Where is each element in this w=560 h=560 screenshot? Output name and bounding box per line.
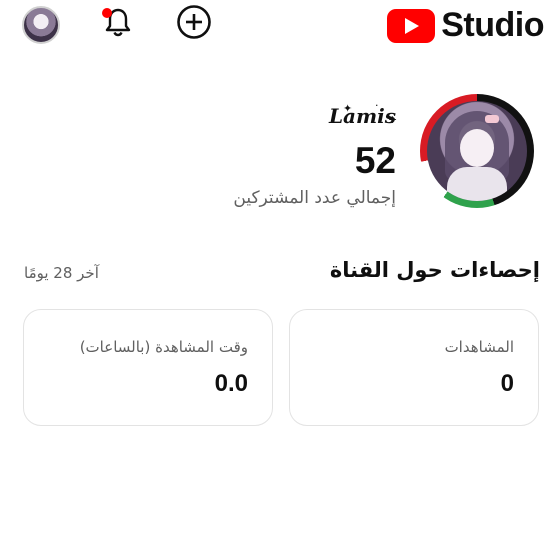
top-app-bar: Studio (0, 0, 560, 52)
channel-name: Lamis (328, 104, 396, 128)
youtube-play-icon (387, 8, 436, 43)
views-value: 0 (500, 370, 514, 397)
youtube-studio-logo: Studio (387, 6, 544, 45)
channel-avatar-image (427, 101, 527, 201)
channel-avatar[interactable] (420, 94, 534, 208)
views-label: المشاهدات (444, 338, 514, 356)
subscriber-count: 52 (354, 140, 396, 181)
watch-time-label: وقت المشاهدة (بالساعات) (79, 338, 248, 356)
analytics-period: آخر 28 يومًا (24, 264, 99, 282)
notifications-button[interactable] (100, 6, 136, 42)
create-button[interactable] (176, 4, 212, 44)
analytics-section-title: إحصاءات حول القناة (329, 258, 540, 282)
watch-time-card[interactable]: وقت المشاهدة (بالساعات) 0.0 (23, 309, 273, 426)
watch-time-value: 0.0 (214, 370, 248, 397)
subscriber-label: إجمالي عدد المشتركين (233, 188, 396, 208)
account-avatar[interactable] (22, 6, 60, 44)
views-card[interactable]: المشاهدات 0 (289, 309, 539, 426)
notification-dot (102, 8, 112, 18)
add-circle-icon (176, 4, 212, 44)
sparkle-icon: + (388, 113, 398, 126)
sparkle-icon: · (375, 99, 379, 112)
sparkle-icon: ✦ (343, 102, 353, 115)
logo-text: Studio (441, 6, 544, 44)
